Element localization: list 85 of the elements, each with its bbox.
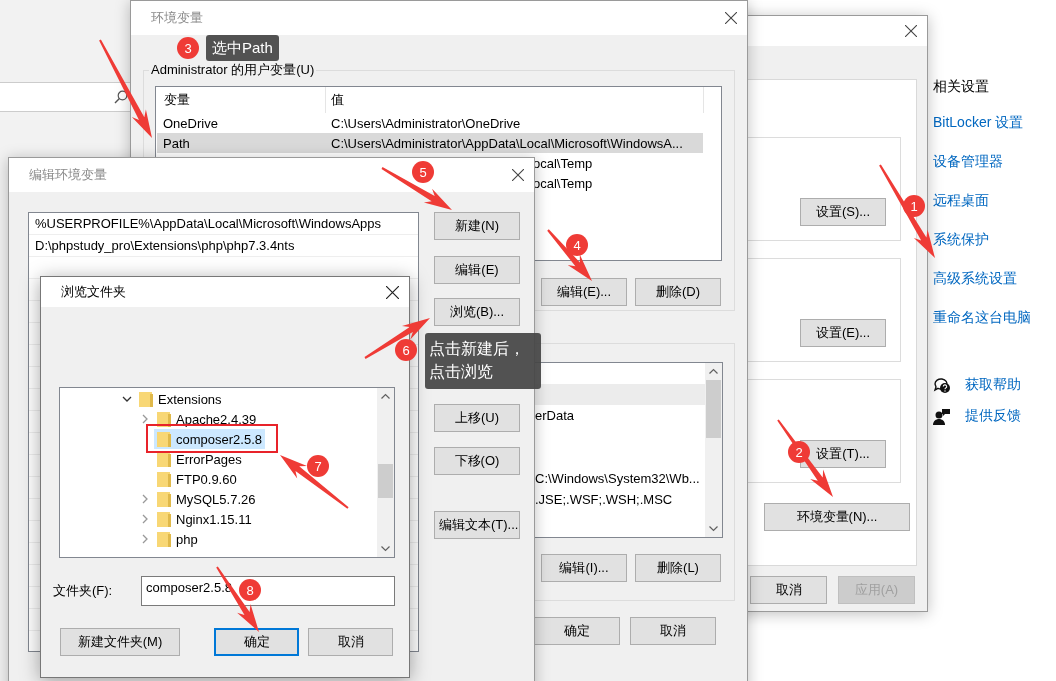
column-header: 变量 bbox=[156, 87, 326, 113]
scroll-thumb[interactable] bbox=[706, 380, 721, 438]
dialog-button[interactable]: 编辑文本(T)... bbox=[434, 511, 520, 539]
dialog-button[interactable]: 确定 bbox=[214, 628, 299, 656]
close-icon[interactable] bbox=[512, 169, 524, 181]
section-heading: 相关设置 bbox=[933, 78, 989, 96]
table-row[interactable]: Path C:\Users\Administrator\AppData\Local\Microsoft\WindowsA... bbox=[157, 133, 703, 153]
dialog-button[interactable]: 删除(L) bbox=[635, 554, 721, 582]
folder-icon bbox=[157, 531, 171, 547]
group-label: Administrator 的用户变量(U) bbox=[150, 61, 316, 79]
search-icon bbox=[114, 90, 128, 104]
arrow bbox=[280, 455, 349, 509]
settings-link[interactable]: 高级系统设置 bbox=[933, 270, 1017, 290]
dialog-button[interactable]: 浏览(B)... bbox=[434, 298, 520, 326]
table-cell: C:\Windows\System32\Wb... bbox=[535, 471, 700, 486]
scroll-up-icon[interactable] bbox=[381, 393, 390, 399]
folder-icon bbox=[157, 431, 171, 447]
scrollbar[interactable] bbox=[377, 388, 394, 557]
field-label: 文件夹(F): bbox=[53, 582, 114, 600]
scroll-thumb[interactable] bbox=[378, 464, 393, 498]
column-header: 值 bbox=[326, 87, 704, 113]
chevron-icon[interactable] bbox=[122, 394, 132, 404]
close-icon[interactable] bbox=[386, 285, 399, 299]
scrollbar[interactable] bbox=[705, 363, 722, 537]
table-row[interactable]: OneDrive C:\Users\Administrator\OneDrive bbox=[157, 113, 703, 133]
folder-icon bbox=[157, 511, 171, 527]
dialog-button[interactable]: 取消 bbox=[308, 628, 393, 656]
window-title: 环境变量 bbox=[151, 9, 203, 27]
dialog-button[interactable]: 新建文件夹(M) bbox=[60, 628, 180, 656]
scroll-up-icon[interactable] bbox=[709, 368, 718, 374]
table-cell: C:\Users\Administrator\OneDrive bbox=[331, 115, 521, 131]
arrow bbox=[547, 229, 592, 281]
tree-item[interactable]: ErrorPages bbox=[154, 449, 245, 469]
dialog-button[interactable]: 编辑(E) bbox=[434, 256, 520, 284]
list-row[interactable]: erData bbox=[535, 405, 705, 426]
settings-link[interactable]: 设备管理器 bbox=[933, 153, 1003, 173]
table-cell: C:\Users\Administrator\AppData\Local\Microsoft\WindowsA... bbox=[331, 135, 683, 151]
settings-link[interactable]: 重命名这台电脑 bbox=[933, 309, 1031, 329]
dialog-button[interactable]: 删除(D) bbox=[635, 278, 721, 306]
settings-button[interactable]: 设置(E)... bbox=[800, 319, 886, 347]
list-row[interactable]: .JSE;.WSF;.WSH;.MSC bbox=[535, 489, 705, 510]
dialog-button[interactable]: 上移(U) bbox=[434, 404, 520, 432]
dialog-button[interactable]: 取消 bbox=[750, 576, 827, 604]
table-cell-text: Path bbox=[162, 135, 191, 151]
table-cell-text: ocal\Temp bbox=[532, 175, 593, 191]
tree-item[interactable]: Nginx1.15.11 bbox=[154, 509, 255, 529]
list-row[interactable]: C:\Windows\System32\Wb... bbox=[535, 468, 705, 489]
dialog-button[interactable]: 确定 bbox=[534, 617, 620, 645]
arrow bbox=[381, 167, 452, 210]
settings-link[interactable]: BitLocker 设置 bbox=[933, 114, 1024, 134]
folder-icon bbox=[157, 471, 171, 487]
callout-text: 点击新建后， bbox=[429, 339, 526, 359]
folder-icon bbox=[157, 491, 171, 507]
tree-item[interactable]: MySQL5.7.26 bbox=[154, 489, 259, 509]
tree-item[interactable]: composer2.5.8 bbox=[154, 429, 265, 449]
settings-link[interactable]: 远程桌面 bbox=[933, 192, 989, 212]
scroll-down-icon[interactable] bbox=[709, 526, 718, 532]
table-cell: .JSE;.WSF;.WSH;.MSC bbox=[535, 492, 673, 507]
dialog-button[interactable]: 下移(O) bbox=[434, 447, 520, 475]
close-icon[interactable] bbox=[725, 12, 737, 24]
scroll-down-icon[interactable] bbox=[381, 546, 390, 552]
dialog-button[interactable]: 新建(N) bbox=[434, 212, 520, 240]
environment-variables-button[interactable]: 环境变量(N)... bbox=[764, 503, 910, 531]
tree-item[interactable]: php bbox=[154, 529, 201, 549]
dialog-button[interactable]: 编辑(E)... bbox=[541, 278, 627, 306]
tree-item[interactable]: Extensions bbox=[136, 389, 225, 409]
tree-item[interactable]: Apache2.4.39 bbox=[154, 409, 260, 429]
callout-text: 点击浏览 bbox=[429, 362, 494, 382]
close-icon[interactable] bbox=[905, 25, 917, 37]
table-cell-text: OneDrive bbox=[162, 115, 219, 131]
support-link[interactable]: 提供反馈 bbox=[965, 407, 1021, 427]
window-title: 浏览文件夹 bbox=[61, 283, 126, 301]
tree-item[interactable]: FTP0.9.60 bbox=[154, 469, 240, 489]
folder-icon bbox=[139, 391, 153, 407]
dialog-button[interactable]: 取消 bbox=[630, 617, 716, 645]
table-cell: erData bbox=[535, 408, 575, 423]
arrow bbox=[364, 318, 430, 359]
settings-link[interactable]: 系统保护 bbox=[933, 231, 989, 251]
window-title: 编辑环境变量 bbox=[29, 166, 107, 184]
help-chat-icon bbox=[933, 377, 951, 395]
settings-button[interactable]: 设置(S)... bbox=[800, 198, 886, 226]
feedback-person-icon bbox=[933, 408, 951, 426]
dialog-button[interactable]: 编辑(I)... bbox=[541, 554, 627, 582]
callout-text: 选中Path bbox=[212, 38, 273, 58]
support-link[interactable]: 获取帮助 bbox=[965, 376, 1021, 396]
